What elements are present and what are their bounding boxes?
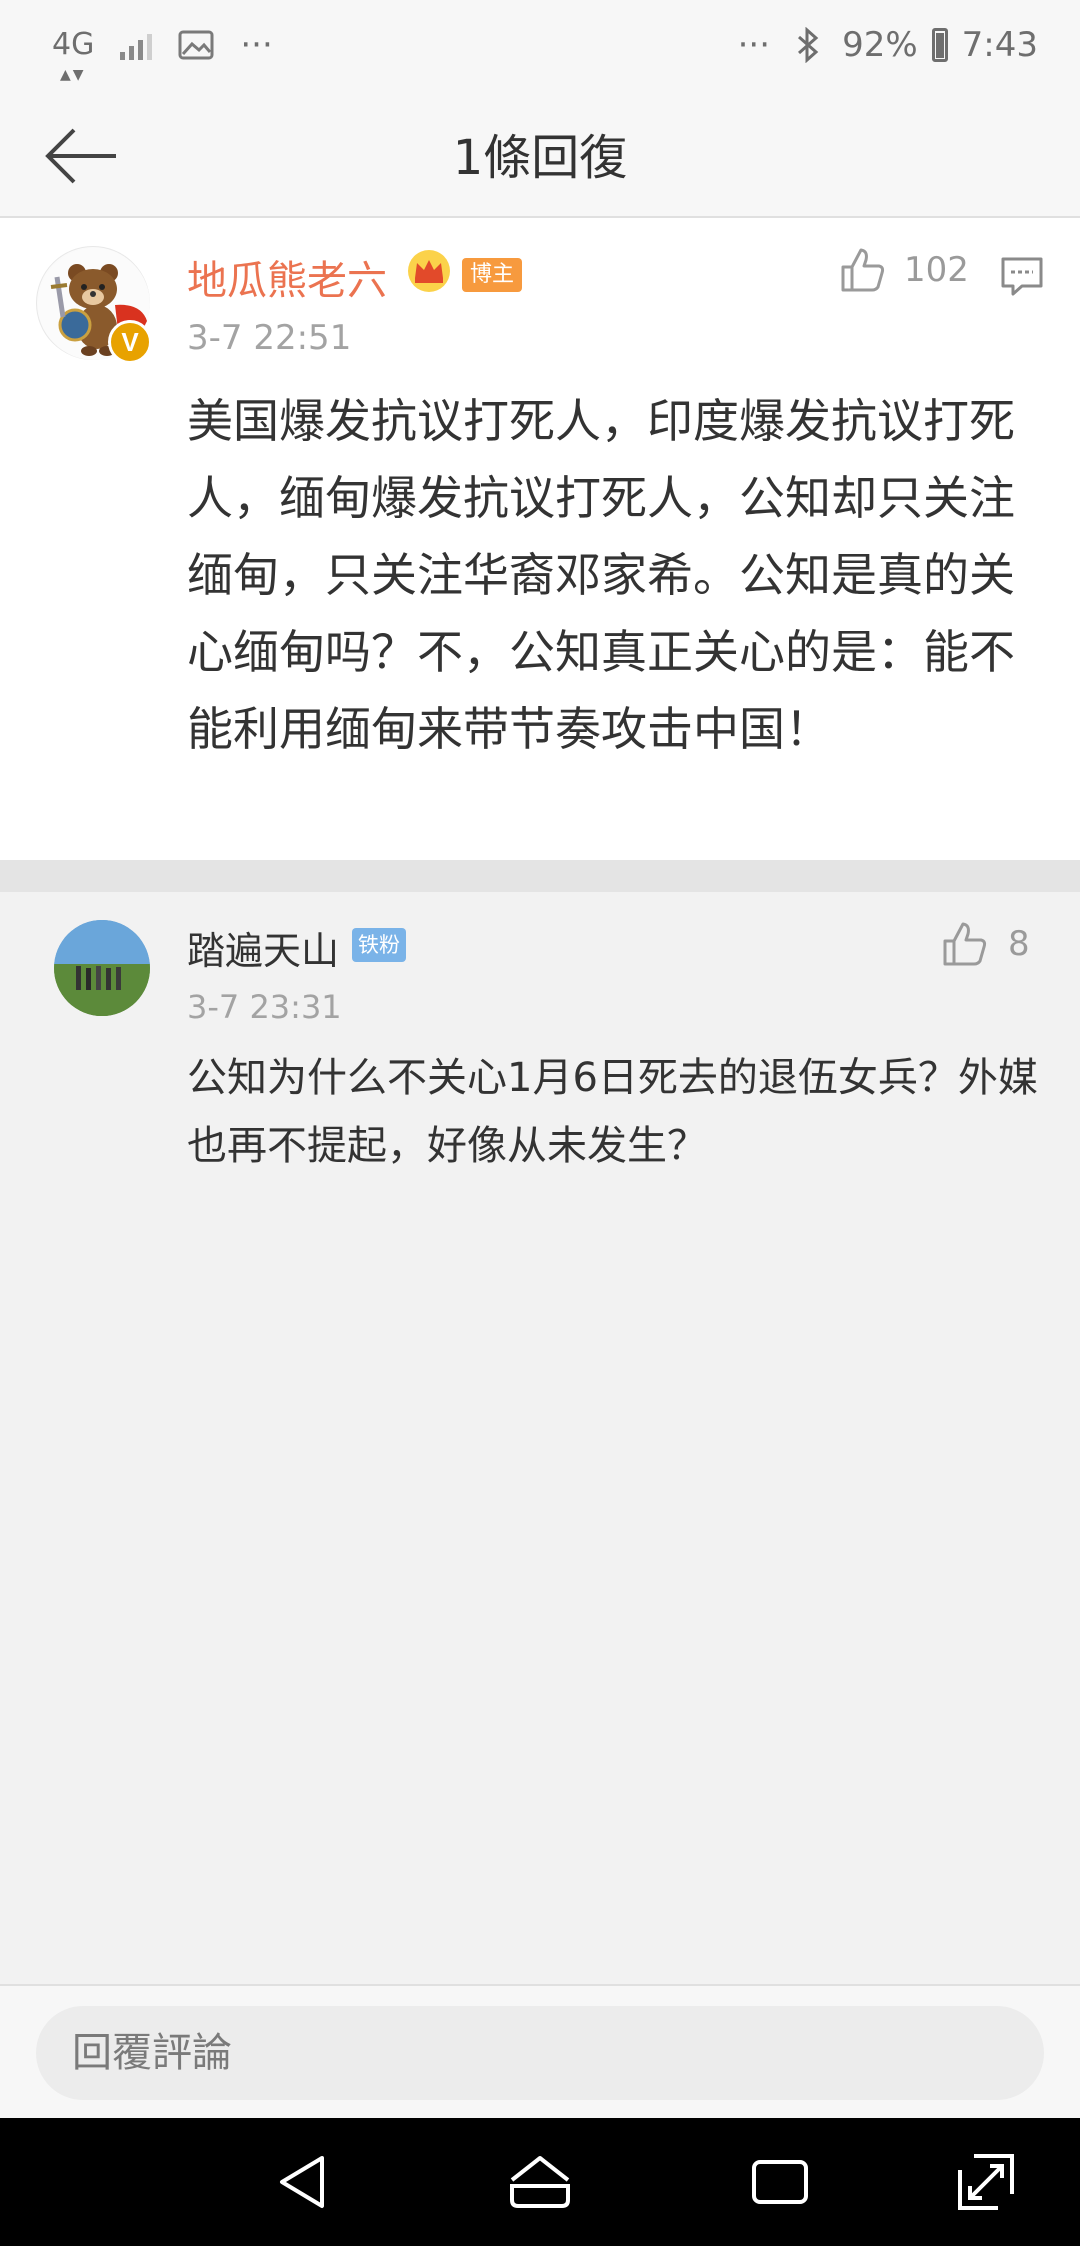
verified-badge: V: [108, 320, 152, 364]
reply-text: 公知为什么不关心1月6日死去的退伍女兵？外媒也再不提起，好像从未发生？: [187, 1055, 1038, 1169]
main-comment: V 地瓜熊老六 博主 3-7 22:51 102 美国爆发抗议打死人，印度爆发抗…: [0, 218, 1080, 860]
thumbs-up-icon: [841, 248, 885, 292]
more-notifications-left: ···: [240, 25, 273, 65]
reply-username[interactable]: 踏遍天山: [187, 920, 339, 975]
blogger-badge: 博主: [462, 258, 523, 292]
fan-badge: 铁粉: [352, 928, 406, 962]
image-notification-icon: [178, 30, 214, 60]
landscape-photo-icon: [54, 920, 150, 1016]
like-count: 102: [904, 250, 969, 290]
nav-home-icon[interactable]: [506, 2148, 574, 2216]
like-button[interactable]: 102: [838, 246, 969, 294]
reply-like-count: 8: [1008, 924, 1030, 964]
comment-icon[interactable]: [1000, 254, 1044, 298]
signal-icon: [120, 30, 153, 60]
comment-text: 美国爆发抗议打死人，印度爆发抗议打死人，缅甸爆发抗议打死人，公知却只关注缅甸，只…: [187, 394, 1015, 756]
system-nav-bar: [0, 2118, 1080, 2246]
nav-fullscreen-icon[interactable]: [952, 2148, 1020, 2216]
network-indicator: 4G ▲▼: [52, 27, 95, 84]
reply-list: 踏遍天山 铁粉 3-7 23:31 8 公知为什么不关心1月6日死去的退伍女兵？…: [0, 892, 1080, 1984]
status-bar: 4G ▲▼ ··· ··· 92% 7:43: [0, 0, 1080, 90]
clock: 7:43: [961, 25, 1038, 65]
battery-icon: [931, 28, 948, 62]
bluetooth-icon: [798, 27, 819, 63]
reply-input-bar: 回覆評論: [0, 1984, 1080, 2118]
thumbs-up-icon: [943, 922, 987, 966]
nav-back-icon[interactable]: [270, 2148, 338, 2216]
battery-percent: 92%: [842, 25, 918, 65]
crown-icon: [408, 250, 450, 292]
reply-like-button[interactable]: 8: [940, 920, 1030, 968]
page-title: 1條回復: [452, 130, 628, 186]
comment-timestamp: 3-7 22:51: [187, 318, 352, 358]
reply-timestamp: 3-7 23:31: [187, 988, 342, 1026]
status-bar-left: 4G ▲▼ ···: [52, 25, 273, 84]
status-bar-right: ··· 92% 7:43: [738, 25, 1038, 65]
top-app-bar: 1條回復: [0, 90, 1080, 218]
section-divider: [0, 860, 1080, 892]
reply-input[interactable]: 回覆評論: [36, 2006, 1044, 2100]
comment-username[interactable]: 地瓜熊老六: [187, 248, 387, 306]
nav-recents-icon[interactable]: [746, 2148, 814, 2216]
network-type: 4G: [52, 27, 95, 62]
data-arrows-icon: ▲▼: [60, 67, 86, 83]
more-notifications-right: ···: [737, 25, 771, 65]
reply-avatar[interactable]: [54, 920, 150, 1016]
